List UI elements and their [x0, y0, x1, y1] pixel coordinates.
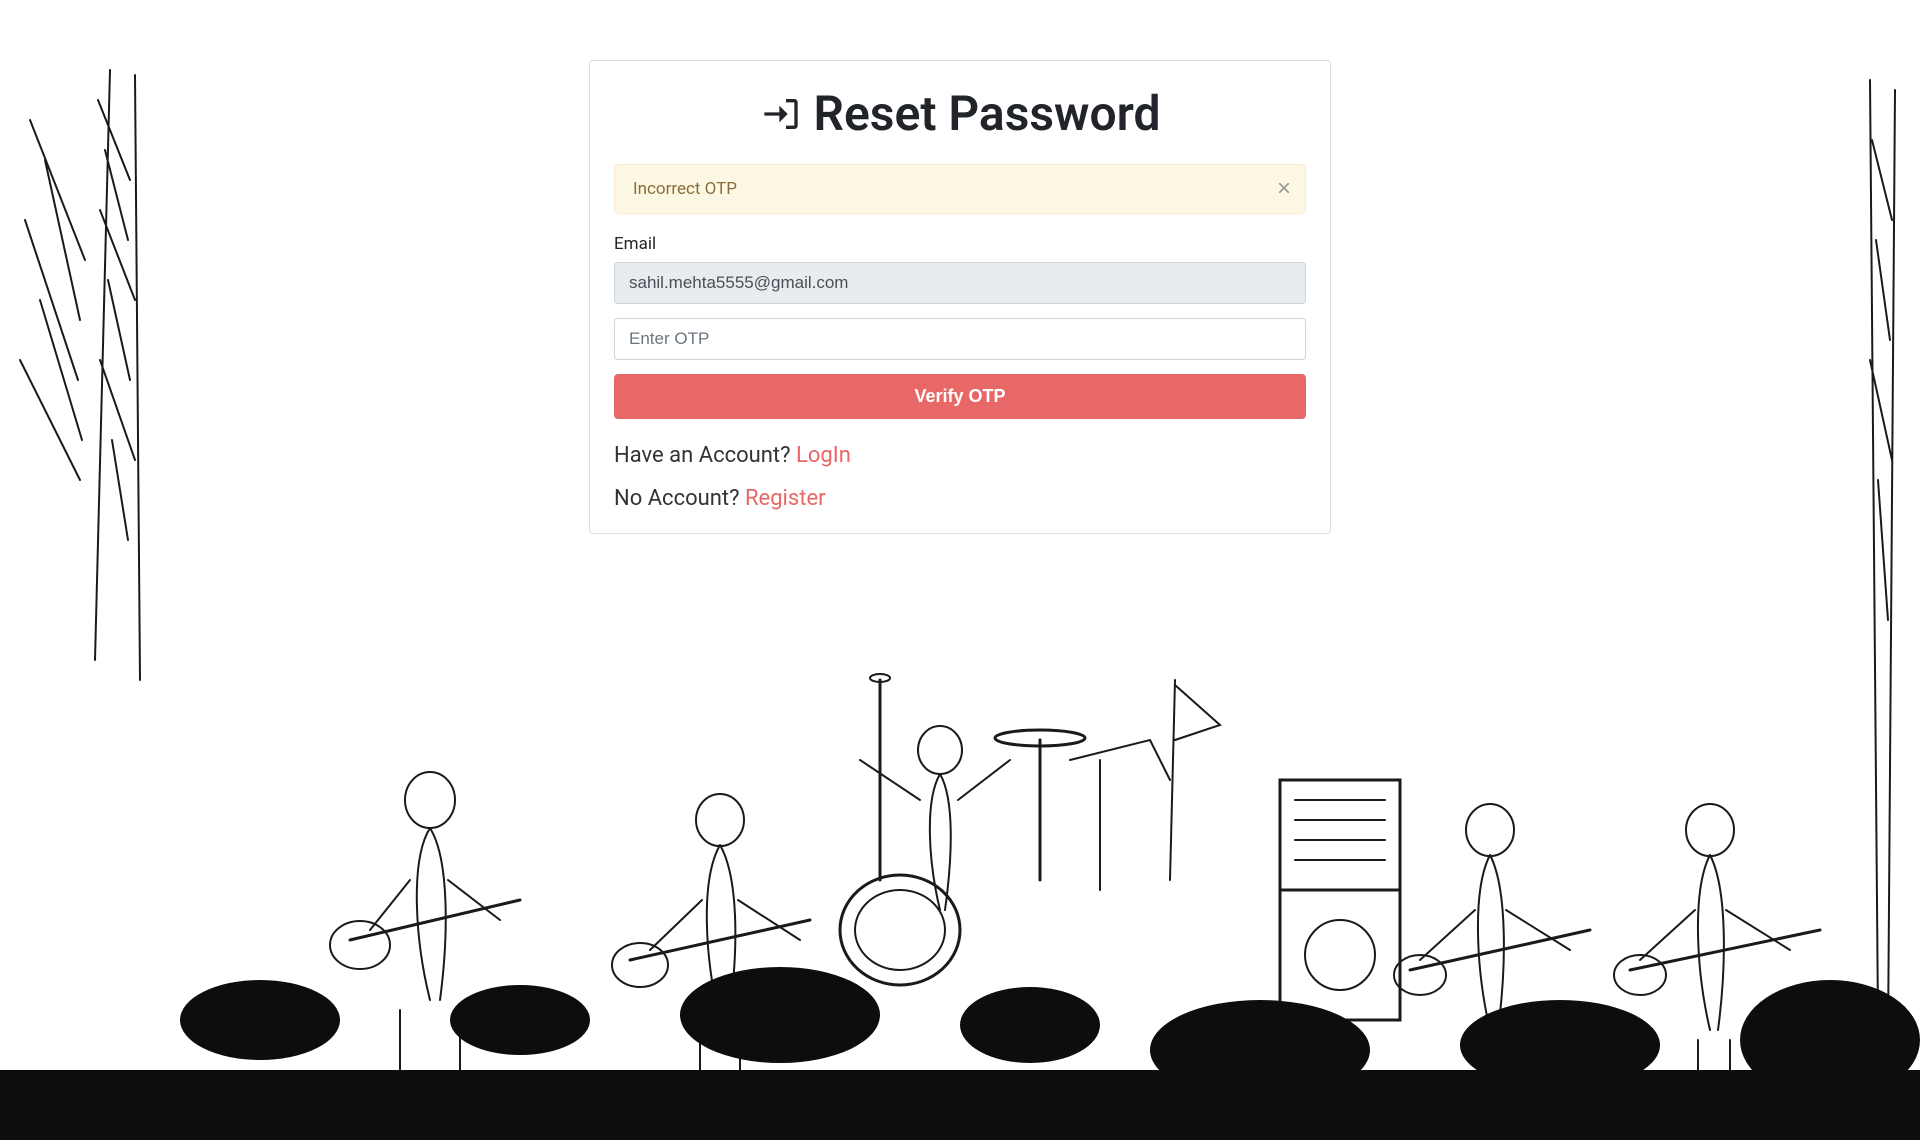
email-field[interactable]	[614, 262, 1306, 304]
alert-warning: Incorrect OTP ×	[614, 164, 1306, 214]
email-group: Email	[614, 234, 1306, 304]
reset-password-card: Reset Password Incorrect OTP × Email Ver…	[589, 60, 1331, 534]
page-title: Reset Password	[614, 85, 1306, 142]
login-link[interactable]: LogIn	[796, 443, 851, 468]
register-link[interactable]: Register	[745, 486, 826, 511]
sign-in-icon	[759, 94, 803, 134]
otp-group	[614, 318, 1306, 360]
alert-close-button[interactable]: ×	[1277, 177, 1291, 201]
register-prompt-row: No Account? Register	[614, 486, 1306, 511]
email-label: Email	[614, 234, 1306, 254]
verify-otp-button[interactable]: Verify OTP	[614, 374, 1306, 419]
page-title-text: Reset Password	[813, 85, 1160, 142]
otp-field[interactable]	[614, 318, 1306, 360]
alert-message: Incorrect OTP	[633, 179, 737, 199]
login-prompt-row: Have an Account? LogIn	[614, 443, 1306, 468]
login-prompt-text: Have an Account?	[614, 443, 796, 468]
register-prompt-text: No Account?	[614, 486, 745, 511]
